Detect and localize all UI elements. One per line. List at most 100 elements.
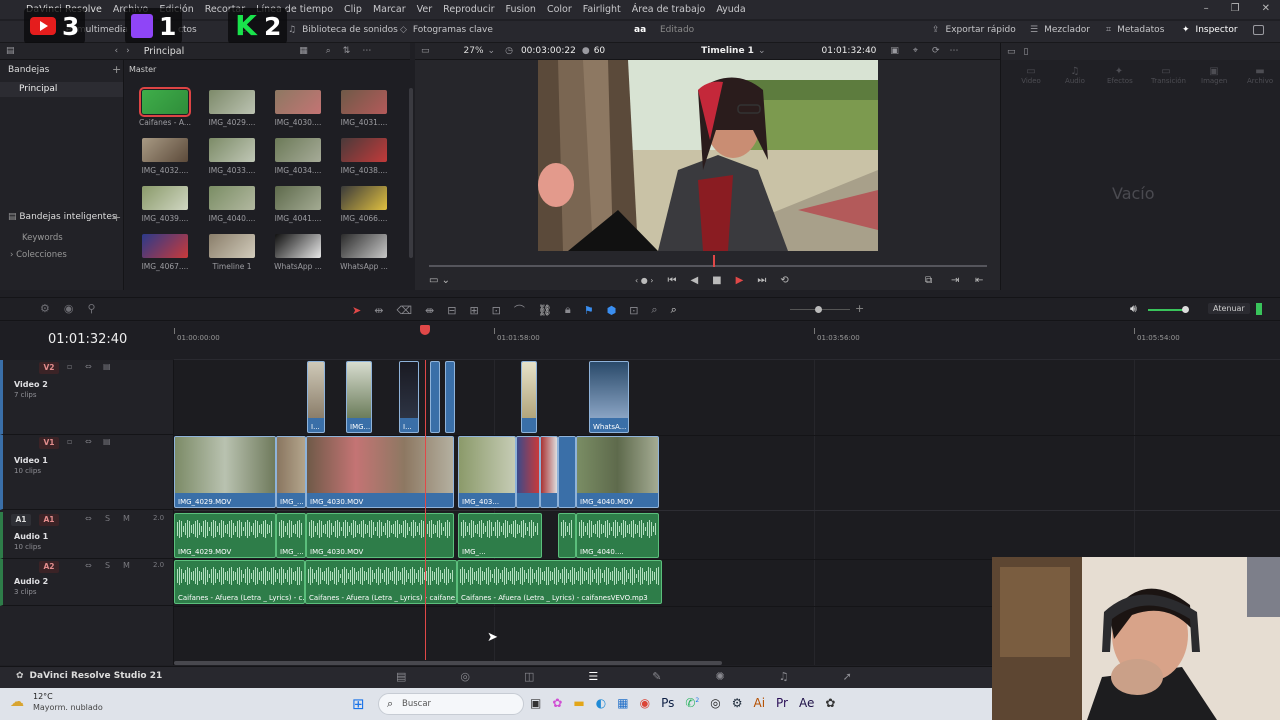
select-icon[interactable]: ➤ [352,304,361,317]
viewer-zoom[interactable]: 27% [464,46,484,56]
snap-icon[interactable]: ⌒ [514,302,525,318]
media-clip-thumbnail[interactable] [142,138,188,162]
menu-fusion[interactable]: Fusion [506,4,536,15]
track-header-v1[interactable]: V1 ▫ ⇔ ▤ Video 1 10 clips [0,435,174,510]
tab-file[interactable]: ▬ Archivo [1247,66,1273,85]
track-id-a2[interactable]: A2 [39,561,59,573]
timeline-dropdown-icon[interactable]: ⌄ [758,46,766,56]
playhead-handle[interactable] [420,325,430,335]
skip-end-icon[interactable]: ⏭ [757,275,766,286]
media-clip-thumbnail[interactable] [341,90,387,114]
auto-select-icon[interactable]: ⇔ [85,514,92,523]
color-page-icon[interactable]: ✺ [716,670,725,683]
media-clip-thumbnail[interactable] [209,234,255,258]
grid-view-icon[interactable]: ▦ [299,46,308,56]
fusion-page-icon[interactable]: ✎ [652,670,661,683]
menu-color[interactable]: Color [547,4,572,15]
tab-audio[interactable]: ♫ Audio [1063,66,1087,85]
inspector-view-icon[interactable]: ▭ [1007,47,1016,57]
quick-export-button[interactable]: ⇪ Exportar rápido [932,25,1016,35]
timeline-clip[interactable] [430,361,440,433]
metadata-button[interactable]: ⌗ Metadatos [1106,25,1164,35]
timeline-clip[interactable]: IMG_403... [458,436,516,508]
step-back-icon[interactable]: ◀ [690,275,698,286]
volume-knob[interactable] [1182,306,1189,313]
mark-in-icon[interactable]: ⇥ [951,275,959,286]
overwrite-icon[interactable]: ⊞ [469,304,478,317]
expand-button[interactable] [1253,25,1264,35]
insert-icon[interactable]: ⊟ [447,304,456,317]
tab-video[interactable]: ▭ Video [1019,66,1043,85]
media-clip-thumbnail[interactable] [275,90,321,114]
edit-page-icon[interactable]: ☰ [588,670,598,683]
sort-icon[interactable]: ⇅ [343,46,351,56]
audio-clip[interactable]: Caifanes - Afuera (Letra _ Lyrics) - c..… [174,560,305,604]
track-visibility-icon[interactable]: ▤ [103,437,111,446]
solo-button[interactable]: S [105,514,110,523]
maximize-icon[interactable]: ❐ [1231,3,1240,14]
add-smart-bin-icon[interactable]: + [112,211,121,224]
mute-button[interactable]: M [123,561,130,570]
link-icon[interactable]: ⛓ [538,304,552,317]
obs-icon[interactable]: ◎ [710,696,720,710]
inspector-button[interactable]: ✦ Inspector [1182,25,1238,35]
timeline-clip[interactable] [516,436,540,508]
eye-icon[interactable]: ◉ [64,302,74,315]
store-icon[interactable]: ▦ [617,696,628,710]
media-clip-thumbnail[interactable] [209,138,255,162]
smart-bin-keywords[interactable]: Keywords [22,233,63,243]
steam-icon[interactable]: ⚙ [732,696,743,710]
match-frame-icon[interactable]: ⧉ [925,275,932,286]
dynamic-trim-icon[interactable]: ⇼ [425,304,434,317]
playhead-line[interactable] [425,360,426,660]
lock-track-icon[interactable]: ▫ [67,437,72,446]
volume-slider[interactable] [1148,309,1186,311]
source-patch-a1[interactable]: A1 [11,514,31,526]
auto-select-icon[interactable]: ⇔ [85,437,92,446]
edge-icon[interactable]: ◐ [596,696,606,710]
menu-clip[interactable]: Clip [344,4,362,15]
volume-icon[interactable]: 🔊︎ [1130,302,1137,316]
timeline-clip[interactable]: IMG_4040.MOV [576,436,659,508]
smart-bin-collections[interactable]: › Colecciones [10,250,67,260]
media-scrollbar[interactable] [409,88,413,258]
timeline-ruler[interactable]: 01:00:00:00 01:01:58:00 01:03:56:00 01:0… [174,322,1280,360]
timeline-clip[interactable]: WhatsA... [589,361,629,433]
timeline-clip[interactable]: IMG_4030.MOV [306,436,454,508]
viewer-scrubber[interactable] [429,265,987,267]
loop-play-icon[interactable]: ⟲ [780,275,788,286]
media-clip-thumbnail[interactable] [341,186,387,210]
media-clip-thumbnail[interactable] [142,186,188,210]
audio-clip[interactable]: IMG_4030.MOV [306,513,454,558]
track-header-v2[interactable]: V2 ▫ ⇔ ▤ Video 2 7 clips [0,360,174,435]
audio-clip[interactable]: IMG_... [458,513,542,558]
jog-icon[interactable]: ‹ ● › [635,276,653,285]
mic-icon[interactable]: ⚲ [87,302,95,315]
cut-page-icon[interactable]: ◎ [460,670,470,683]
media-clip-thumbnail[interactable] [142,234,188,258]
transform-icon[interactable]: ⌖ [913,46,918,56]
replace-icon[interactable]: ⊡ [492,304,501,317]
track-id-a1[interactable]: A1 [39,514,59,526]
lock-icon[interactable]: 🔒︎ [565,303,571,317]
menu-ver[interactable]: Ver [417,4,433,15]
zoom-in-icon[interactable]: + [855,302,864,315]
deliver-page-icon[interactable]: ➚ [843,670,852,683]
track-visibility-icon[interactable]: ▤ [103,362,111,371]
viewer-timeline-name[interactable]: Timeline 1 [701,46,754,56]
tab-effects[interactable]: ✦ Efectos [1107,66,1133,85]
timeline-clip[interactable] [521,361,537,433]
davinci-icon[interactable]: ✿ [825,696,835,710]
back-icon[interactable]: ‹ [115,46,119,56]
add-bin-icon[interactable]: + [112,63,121,76]
edit-timeline-page-icon[interactable]: ◫ [524,670,534,683]
play-icon[interactable]: ▶ [736,275,744,286]
sound-library-button[interactable]: ♫ Biblioteca de sonidos [288,25,398,35]
timeline-clip[interactable]: I... [399,361,419,433]
track-id-v1[interactable]: V1 [39,437,59,449]
copilot-icon[interactable]: ✿ [552,696,562,710]
minimize-icon[interactable]: – [1204,3,1209,14]
track-header-a2[interactable]: A2 ⇔ S M 2.0 Audio 2 3 clips [0,559,174,606]
timeline-clip[interactable]: I... [307,361,325,433]
chrome-icon[interactable]: ◉ [640,696,650,710]
